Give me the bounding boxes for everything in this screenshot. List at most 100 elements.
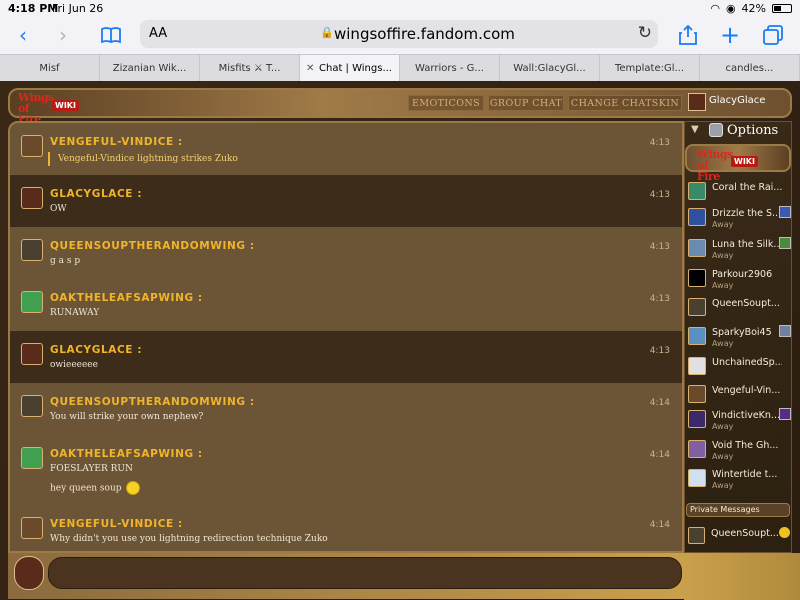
message-item: QUEENSOUPTHERANDOMWING : g a s p 4:13 (10, 227, 682, 279)
private-message-item[interactable]: QueenSoupt... (686, 522, 792, 548)
message-item: VENGEFUL-VINDICE : Vengeful-Vindice ligh… (10, 123, 682, 175)
share-icon[interactable] (675, 22, 701, 48)
sidebar-user-item[interactable]: VindictiveKn... Away (687, 406, 791, 434)
current-user[interactable]: GlacyGlace (688, 92, 788, 114)
tab-1[interactable]: Zizanian Wik... (100, 55, 200, 82)
group-chat-button[interactable]: GROUP CHAT (488, 95, 564, 111)
status-bar: 4:18 PM Fri Jun 26 ◠ ◉ 42% (0, 0, 800, 16)
message-text: FOESLAYER RUN (50, 464, 133, 474)
tab-3-label: Chat | Wings... (319, 63, 392, 74)
message-time: 4:13 (649, 242, 670, 252)
message-username[interactable]: GLACYGLACE : (50, 344, 142, 356)
message-item: QUEENSOUPTHERANDOMWING : You will strike… (10, 383, 682, 435)
sidebar-user-status: Away (712, 281, 734, 290)
reader-text-size-button[interactable]: AA (149, 26, 167, 41)
unread-indicator-icon (779, 527, 790, 538)
sidebar-user-status: Away (712, 220, 734, 229)
avatar (688, 440, 706, 458)
sidebar-user-item[interactable]: UnchainedSp... (687, 353, 791, 381)
message-item: GLACYGLACE : OW 4:13 (10, 175, 682, 227)
new-tab-icon[interactable]: + (717, 22, 743, 48)
message-username[interactable]: OAKTHELEAFSAPWING : (50, 448, 203, 460)
message-item: OAKTHELEAFSAPWING : RUNAWAY 4:13 (10, 279, 682, 331)
private-messages-header: Private Messages (686, 503, 790, 517)
sidebar-user-name: Void The Gh... (712, 440, 779, 451)
avatar[interactable] (21, 447, 43, 469)
sidebar-user-name: Coral the Rai... (712, 182, 782, 193)
message-username[interactable]: OAKTHELEAFSAPWING : (50, 292, 203, 304)
avatar[interactable] (21, 395, 43, 417)
sidebar-user-item[interactable]: Parkour2906 Away (687, 265, 791, 293)
tab-active-chat[interactable]: ✕ Chat | Wings... (300, 55, 400, 82)
tab-7[interactable]: candles... (700, 55, 800, 82)
avatar[interactable] (21, 187, 43, 209)
logo-badge: WIKI (52, 100, 79, 111)
avatar[interactable] (21, 291, 43, 313)
avatar (688, 527, 705, 544)
sidebar-user-name: SparkyBoi45 (712, 327, 772, 338)
sidebar-user-status: Away (712, 422, 734, 431)
avatar (688, 269, 706, 287)
tab-2[interactable]: Misfits ⚔ T... (200, 55, 300, 82)
message-time: 4:13 (649, 346, 670, 356)
message-username[interactable]: VENGEFUL-VINDICE : (50, 518, 183, 530)
message-text: owieeeeee (50, 360, 98, 370)
message-username[interactable]: VENGEFUL-VINDICE : (50, 136, 183, 148)
message-username[interactable]: GLACYGLACE : (50, 188, 142, 200)
reload-icon[interactable]: ↻ (638, 23, 652, 43)
emoticons-button[interactable]: EMOTICONS (408, 95, 484, 111)
message-text: OW (50, 204, 67, 214)
sidebar-user-item[interactable]: Vengeful-Vin... (687, 381, 791, 409)
wiki-logo[interactable]: Wings of Fire WIKI (16, 92, 82, 125)
sidebar-user-item[interactable]: Drizzle the S... Away (687, 204, 791, 232)
avatar (688, 208, 706, 226)
tab-0[interactable]: Misf (0, 55, 100, 82)
user-badge-icon (779, 206, 791, 218)
avatar (688, 298, 706, 316)
tab-4[interactable]: Warriors - G... (400, 55, 500, 82)
sidebar-user-item[interactable]: Coral the Rai... (687, 178, 791, 206)
sidebar-user-item[interactable]: QueenSoupt... (687, 294, 791, 322)
back-icon[interactable]: ‹ (10, 22, 36, 48)
address-bar[interactable]: AA 🔒 wingsoffire.fandom.com ↻ (140, 20, 658, 48)
sidebar-user-item[interactable]: Luna the Silk... Away (687, 235, 791, 263)
current-user-name: GlacyGlace (709, 95, 766, 106)
url-text[interactable]: wingsoffire.fandom.com (334, 25, 515, 43)
chat-page: Wings of Fire WIKI EMOTICONS GROUP CHAT … (0, 81, 800, 600)
user-badge-icon (779, 325, 791, 337)
sidebar-wiki-logo: Wings of Fire WIKI (685, 144, 791, 182)
sidebar-user-name: Wintertide t... (712, 469, 778, 480)
lock-icon: 🔒 (320, 26, 334, 39)
composer-bar (8, 553, 684, 599)
avatar[interactable] (21, 239, 43, 261)
sidebar-user-item[interactable]: Void The Gh... Away (687, 436, 791, 464)
message-username[interactable]: QUEENSOUPTHERANDOMWING : (50, 240, 255, 252)
close-tab-icon[interactable]: ✕ (306, 55, 314, 82)
sidebar-user-name: Parkour2906 (712, 269, 773, 280)
avatar[interactable] (21, 343, 43, 365)
message-username[interactable]: QUEENSOUPTHERANDOMWING : (50, 396, 255, 408)
sidebar-user-item[interactable]: Wintertide t... Away (687, 465, 791, 493)
message-list: VENGEFUL-VINDICE : Vengeful-Vindice ligh… (8, 121, 684, 553)
message-text: Why didn't you use you lightning redirec… (50, 534, 328, 544)
sidebar-user-name: UnchainedSp... (712, 357, 782, 368)
options-button[interactable]: ▼ Options (687, 122, 791, 142)
message-time: 4:14 (649, 520, 670, 530)
message-input[interactable] (48, 557, 682, 589)
message-time: 4:14 (649, 398, 670, 408)
message-time: 4:13 (649, 294, 670, 304)
avatar (688, 357, 706, 375)
tabs-overview-icon[interactable] (760, 22, 786, 48)
tab-6[interactable]: Template:Gl... (600, 55, 700, 82)
user-badge-icon (779, 408, 791, 420)
tab-5[interactable]: Wall:GlacyGl... (500, 55, 600, 82)
bookmarks-icon[interactable] (98, 22, 124, 48)
chat-header: Wings of Fire WIKI EMOTICONS GROUP CHAT … (8, 88, 792, 125)
sidebar-user-item[interactable]: SparkyBoi45 Away (687, 323, 791, 351)
avatar[interactable] (21, 135, 43, 157)
change-chatskin-button[interactable]: CHANGE CHATSKIN (568, 95, 682, 111)
forward-icon[interactable]: › (50, 22, 76, 48)
my-avatar (14, 556, 44, 590)
avatar[interactable] (21, 517, 43, 539)
browser-toolbar: ‹ › AA 🔒 wingsoffire.fandom.com ↻ + (0, 16, 800, 54)
